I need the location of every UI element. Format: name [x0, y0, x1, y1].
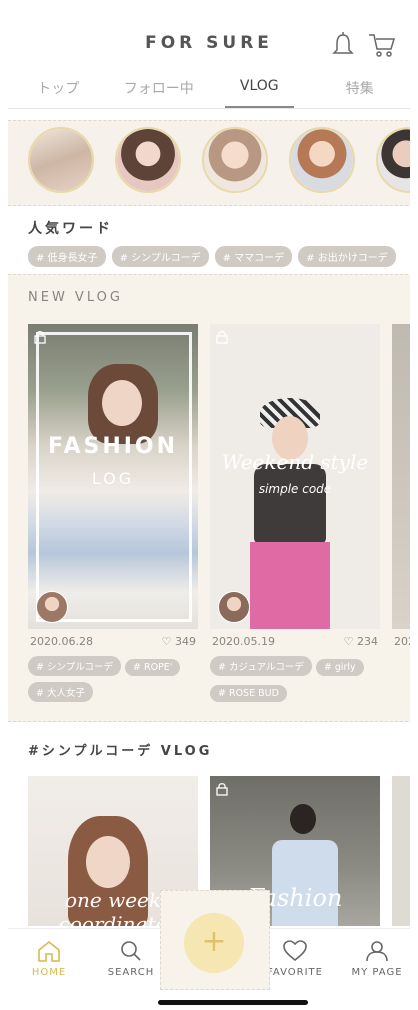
story-avatar[interactable]	[376, 127, 410, 193]
nav-search-label: SEARCH	[107, 967, 155, 978]
keyword-chip[interactable]: # 低身長女子	[28, 246, 106, 267]
simple-vlog-title: #シンプルコーデ VLOG	[28, 744, 213, 759]
story-avatar[interactable]	[115, 127, 181, 193]
lock-icon	[216, 783, 228, 796]
new-vlog-title: NEW VLOG	[28, 290, 123, 305]
nav-search[interactable]: SEARCH	[96, 939, 166, 978]
app-screen: FOR SURE トップ フォロー中 VLOG 特集 人気ワード # 低身長女子…	[8, 0, 410, 1010]
tab-following[interactable]: フォロー中	[109, 72, 210, 106]
tab-vlog[interactable]: VLOG	[209, 72, 310, 108]
nav-favorite-label: FAVORITE	[267, 967, 323, 978]
vlog-thumbnail[interactable]: FASHION LOG	[28, 324, 198, 629]
photo-subject	[290, 804, 316, 834]
vlog-tag[interactable]: # 大人女子	[28, 682, 93, 702]
add-post-button[interactable]: +	[184, 913, 244, 973]
vlog-date: 2020	[394, 635, 410, 648]
vlog-tag-list: # カジュアルコーデ # girly # ROSE BUD	[210, 655, 410, 707]
lock-icon	[216, 331, 228, 344]
nav-mypage-label: MY PAGE	[351, 967, 403, 978]
vlog-tag[interactable]: # ROSE BUD	[210, 685, 287, 702]
nav-home[interactable]: HOME	[14, 939, 84, 978]
nav-home-label: HOME	[31, 967, 67, 978]
creator-avatar[interactable]	[218, 591, 250, 623]
home-indicator	[158, 1000, 308, 1005]
tab-top[interactable]: トップ	[8, 72, 109, 106]
keyword-chip-row: # 低身長女子 # シンプルコーデ # ママコーデ # お出かけコーデ	[28, 246, 410, 267]
vlog-overlay-title: FASHION	[47, 434, 179, 459]
search-icon	[121, 941, 141, 961]
vlog-meta: 2020.05.19 ♡ 234	[210, 629, 380, 655]
keyword-chip[interactable]: # お出かけコーデ	[298, 246, 396, 267]
popular-words-title: 人気ワード	[28, 221, 113, 237]
vlog-overlay-subtitle: simple code	[258, 482, 332, 496]
lock-icon	[34, 331, 46, 344]
vlog-card[interactable]: 2020	[392, 324, 410, 655]
photo-subject	[272, 840, 338, 926]
cart-icon[interactable]	[368, 32, 396, 58]
nav-mypage[interactable]: MY PAGE	[342, 939, 410, 978]
nav-favorite[interactable]: FAVORITE	[260, 939, 330, 978]
vlog-card[interactable]	[392, 776, 410, 926]
like-count: 349	[175, 635, 196, 648]
photo-subject	[86, 836, 130, 888]
photo-subject	[250, 542, 330, 629]
vlog-tag[interactable]: # カジュアルコーデ	[210, 656, 312, 676]
keyword-chip[interactable]: # ママコーデ	[214, 246, 293, 267]
app-header: FOR SURE トップ フォロー中 VLOG 特集	[8, 0, 410, 109]
vlog-tag[interactable]: # girly	[315, 659, 364, 676]
story-avatar[interactable]	[289, 127, 355, 193]
like-count: 234	[357, 635, 378, 648]
photo-subject	[102, 380, 142, 426]
vlog-thumbnail[interactable]	[392, 324, 410, 629]
vlog-card[interactable]: FASHION LOG 2020.06.28 ♡ 349 # シンプルコーデ # …	[28, 324, 198, 707]
vlog-meta: 2020	[392, 629, 410, 655]
vlog-date: 2020.06.28	[30, 635, 93, 648]
vlog-card[interactable]: Weekend style simple code 2020.05.19 ♡ 2…	[210, 324, 380, 707]
vlog-date: 2020.05.19	[212, 635, 275, 648]
bell-icon[interactable]	[332, 32, 354, 58]
vlog-overlay-subtitle: LOG	[91, 469, 135, 488]
story-avatar[interactable]	[28, 127, 94, 193]
vlog-likes[interactable]: ♡ 234	[344, 635, 378, 648]
heart-icon: ♡	[343, 635, 354, 648]
vlog-tag[interactable]: # シンプルコーデ	[28, 656, 122, 676]
vlog-overlay-title: Weekend style	[221, 450, 369, 474]
story-avatar[interactable]	[202, 127, 268, 193]
vlog-tag-list: # シンプルコーデ # ROPE' # 大人女子	[28, 655, 228, 707]
tab-feature[interactable]: 特集	[310, 72, 411, 106]
story-carousel	[8, 120, 410, 206]
home-icon	[38, 940, 60, 962]
vlog-thumbnail[interactable]: Weekend style simple code	[210, 324, 380, 629]
tab-bar: トップ フォロー中 VLOG 特集	[8, 72, 411, 108]
heart-icon	[283, 940, 307, 962]
photo-subject	[254, 464, 326, 544]
heart-icon: ♡	[161, 635, 172, 648]
keyword-chip[interactable]: # シンプルコーデ	[111, 246, 209, 267]
vlog-tag[interactable]: # ROPE'	[125, 659, 181, 676]
user-icon	[366, 941, 388, 962]
vlog-meta: 2020.06.28 ♡ 349	[28, 629, 198, 655]
creator-avatar[interactable]	[36, 591, 68, 623]
vlog-likes[interactable]: ♡ 349	[162, 635, 196, 648]
